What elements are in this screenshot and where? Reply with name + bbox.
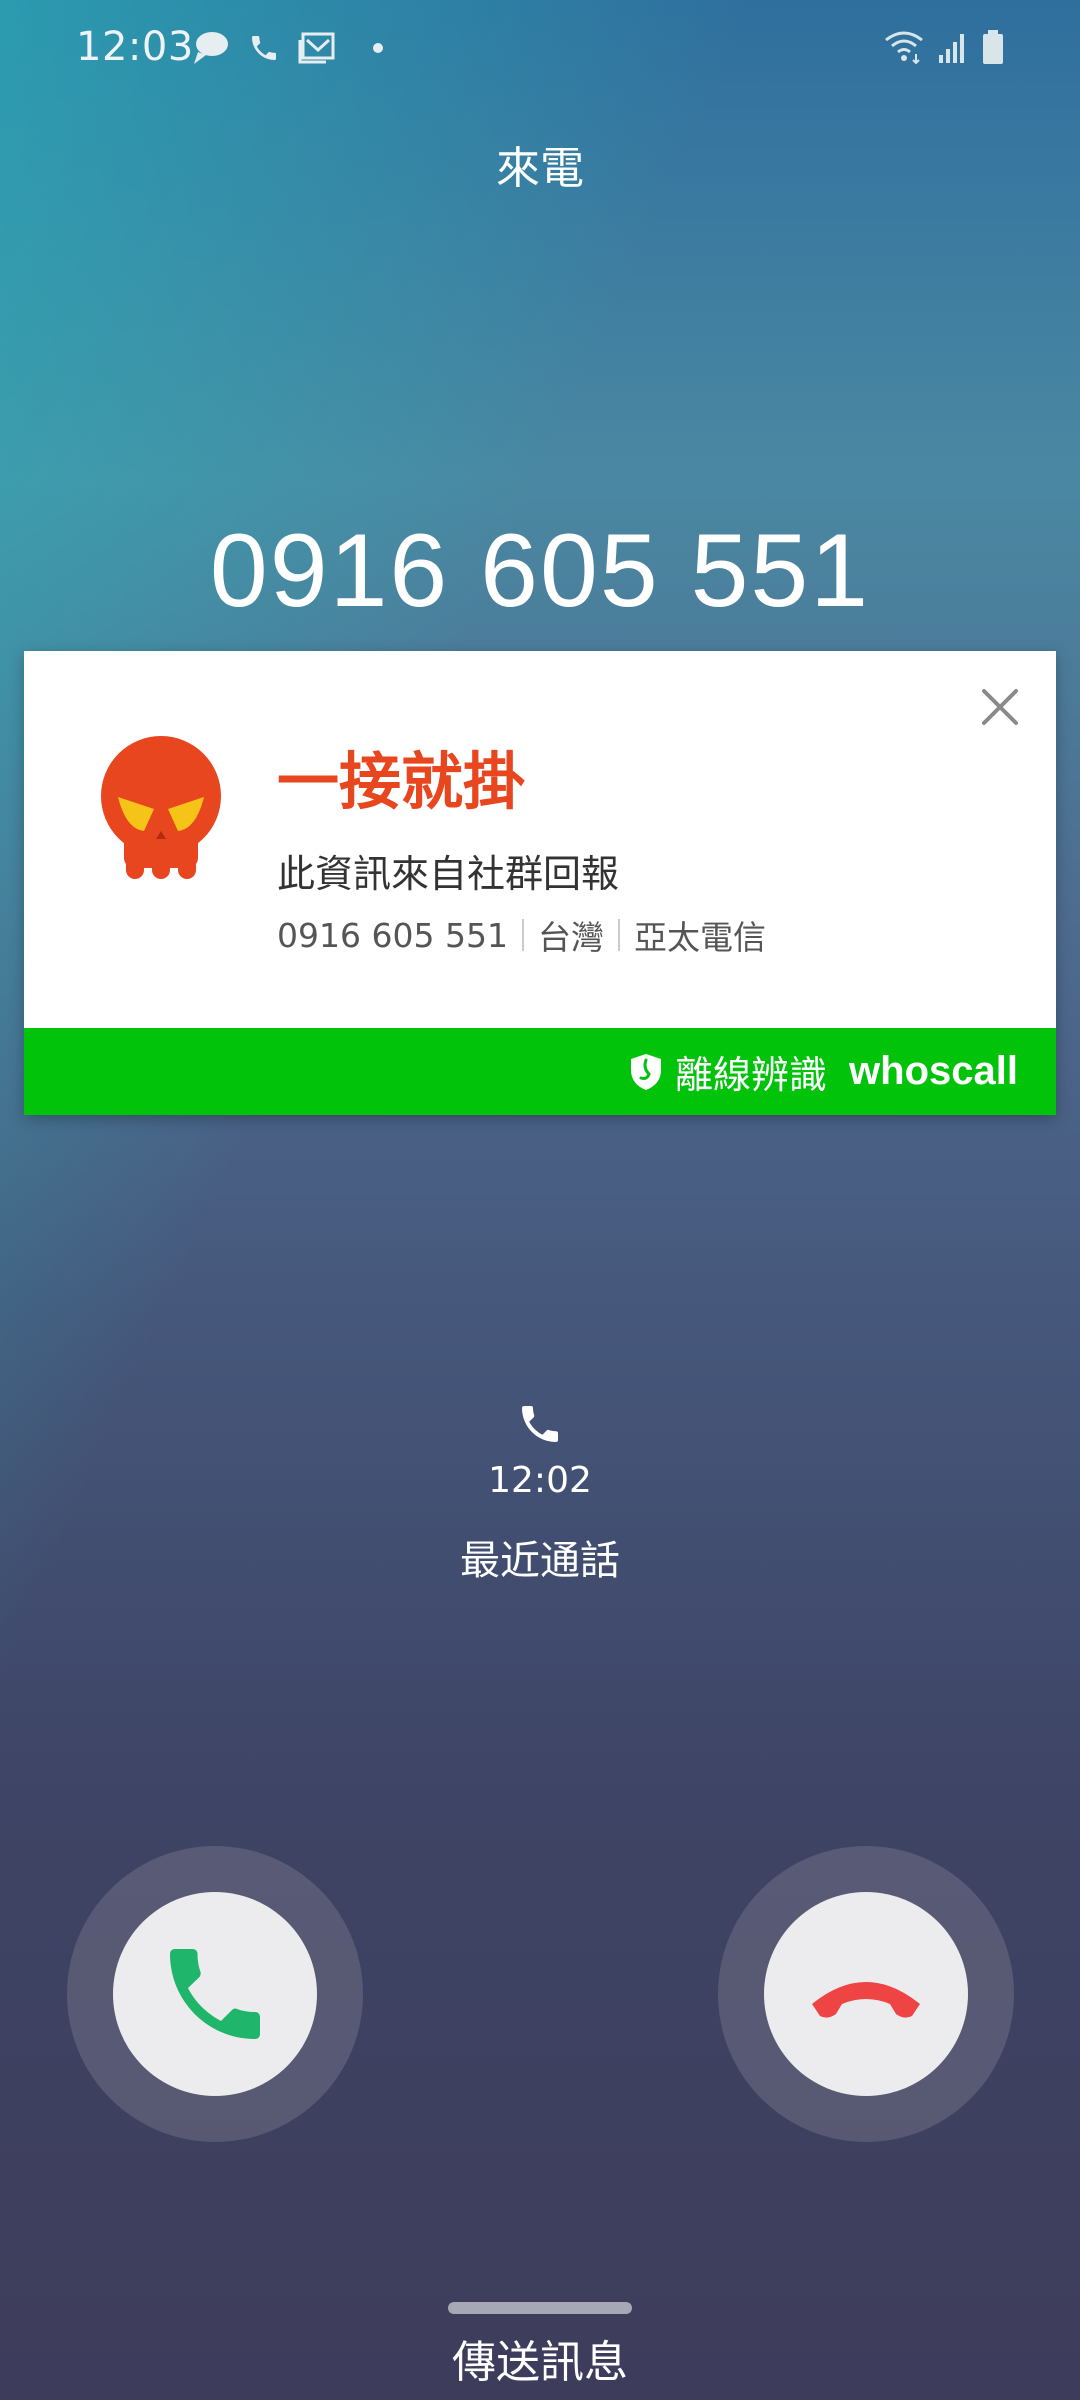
caller-tag: 一接就掛 bbox=[277, 745, 526, 818]
close-icon[interactable] bbox=[974, 681, 1026, 733]
card-footer: 離線辨識 whoscall bbox=[24, 1028, 1056, 1115]
accept-call-inner[interactable] bbox=[113, 1892, 317, 2096]
chat-bubble-icon bbox=[194, 32, 228, 64]
send-message-button[interactable]: 傳送訊息 bbox=[0, 2326, 1080, 2390]
accept-call-button[interactable] bbox=[67, 1846, 363, 2142]
info-source: 此資訊來自社群回報 bbox=[277, 852, 620, 896]
meta-number: 0916 605 551 bbox=[277, 915, 508, 955]
status-bar: 12:03 bbox=[0, 0, 1080, 100]
offline-label: 離線辨識 bbox=[675, 1053, 828, 1097]
meta-region: 台灣 bbox=[537, 918, 604, 957]
status-time: 12:03 bbox=[76, 24, 194, 70]
signal-icon bbox=[939, 34, 964, 63]
decline-call-inner[interactable] bbox=[764, 1892, 968, 2096]
skull-icon bbox=[101, 736, 221, 879]
caller-meta: 0916 605 551 台灣 亞太電信 bbox=[277, 911, 766, 959]
notification-icons bbox=[190, 30, 388, 66]
recent-call-label: 最近通話 bbox=[460, 1538, 620, 1584]
meta-divider bbox=[521, 919, 524, 951]
mail-icon bbox=[298, 32, 335, 64]
shield-icon bbox=[631, 1053, 662, 1090]
brand-logo: whoscall bbox=[849, 1049, 1018, 1093]
call-status: 來電 bbox=[496, 143, 584, 194]
phone-accept-icon bbox=[170, 1949, 260, 2039]
phone-decline-icon bbox=[812, 1982, 920, 2018]
phone-icon bbox=[252, 36, 276, 60]
phone-icon bbox=[522, 1406, 558, 1442]
recent-call-time: 12:02 bbox=[488, 1460, 592, 1501]
meta-divider bbox=[617, 919, 620, 951]
dot-icon bbox=[373, 43, 383, 53]
system-icons bbox=[884, 30, 1004, 64]
wifi-icon bbox=[885, 31, 923, 64]
meta-carrier: 亞太電信 bbox=[633, 918, 766, 957]
decline-call-button[interactable] bbox=[718, 1846, 1014, 2142]
battery-icon bbox=[983, 30, 1003, 64]
swipe-handle[interactable] bbox=[448, 2302, 632, 2314]
caller-id-card[interactable]: 一接就掛 此資訊來自社群回報 0916 605 551 台灣 亞太電信 離線辨識… bbox=[24, 651, 1056, 1115]
caller-number: 0916 605 551 bbox=[209, 513, 871, 629]
